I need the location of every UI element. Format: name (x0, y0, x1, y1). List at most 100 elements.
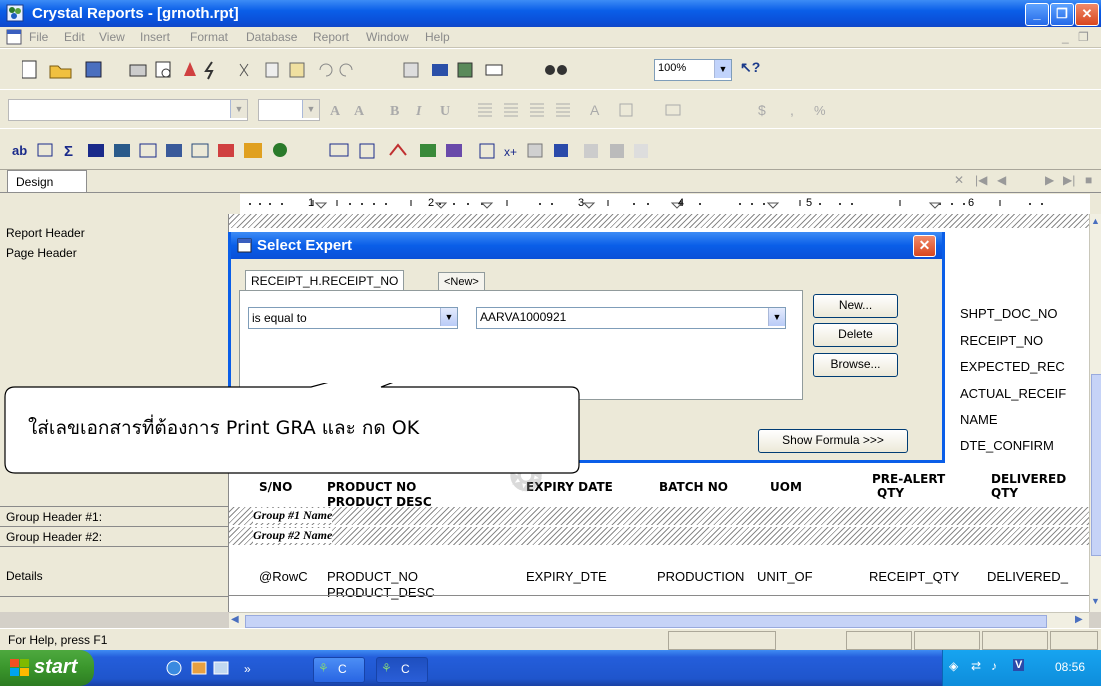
scroll-right-icon[interactable]: ▶ (1075, 614, 1083, 625)
field-receipt-no[interactable]: RECEIPT_NO (960, 333, 1043, 348)
field-actual-receif[interactable]: ACTUAL_RECEIF (960, 386, 1066, 401)
tab-design[interactable]: Design (7, 170, 87, 193)
menu-report[interactable]: Report (313, 30, 349, 44)
delete-button[interactable]: Delete (813, 323, 898, 347)
field-expected-rec[interactable]: EXPECTED_REC (960, 359, 1065, 374)
menu-format[interactable]: Format (190, 30, 228, 44)
status-panel (1050, 631, 1098, 650)
vertical-scrollbar[interactable]: ▲ ▼ (1089, 214, 1101, 612)
chevron-down-icon[interactable]: ▼ (714, 60, 731, 78)
volume-icon[interactable]: ♪ (991, 659, 997, 673)
tab-receipt-no-label: RECEIPT_H.RECEIPT_NO (251, 274, 399, 288)
section-page-header[interactable]: Page Header (6, 246, 77, 260)
quick-launch-icons[interactable]: » (166, 659, 266, 677)
field-product-desc[interactable]: PRODUCT_DESC (327, 585, 435, 600)
scroll-down-icon[interactable]: ▼ (1091, 596, 1100, 606)
ruler-mark: 1 (308, 197, 315, 209)
horizontal-ruler[interactable]: 1 2 3 4 5 6 (240, 194, 1090, 215)
section-divider (0, 546, 228, 547)
taskbar-item-1[interactable]: ⚘ C (313, 657, 365, 683)
menu-help[interactable]: Help (425, 30, 450, 44)
standard-toolbar-icons[interactable] (22, 60, 582, 80)
dialog-close-button[interactable]: ✕ (913, 235, 936, 257)
field-delivered[interactable]: DELIVERED_ (987, 569, 1068, 584)
crystal-reports-icon (6, 4, 24, 22)
section-group-header-2[interactable]: Group Header #2: (6, 530, 102, 544)
hscroll-thumb[interactable] (245, 615, 1047, 628)
menu-window[interactable]: Window (366, 30, 409, 44)
mdi-restore-icon[interactable]: ❐ (1078, 30, 1089, 44)
field-expiry-dte[interactable]: EXPIRY_DTE (526, 569, 607, 584)
menu-insert[interactable]: Insert (140, 30, 170, 44)
scroll-left-icon[interactable]: ◀ (231, 614, 239, 625)
last-page-icon[interactable]: ▶| (1063, 173, 1075, 187)
restore-button[interactable]: ❐ (1050, 3, 1074, 26)
first-page-icon[interactable]: |◀ (975, 173, 987, 187)
tab-new[interactable]: <New> (438, 272, 485, 291)
menu-file[interactable]: File (29, 30, 48, 44)
col-prealert[interactable]: PRE-ALERT (872, 472, 945, 486)
zoom-value: 100% (658, 62, 687, 74)
scroll-up-icon[interactable]: ▲ (1091, 216, 1100, 226)
taskbar-item-2[interactable]: ⚘ C (376, 657, 428, 683)
field-dte-confirm[interactable]: DTE_CONFIRM (960, 438, 1054, 453)
formatting-toolbar-icons[interactable]: AA BIU A $,% (330, 100, 1030, 120)
field-unit-of[interactable]: UNIT_OF (757, 569, 813, 584)
stop-icon[interactable]: ■ (1085, 173, 1092, 187)
section-group-header-1[interactable]: Group Header #1: (6, 510, 102, 524)
close-view-icon[interactable]: ✕ (954, 173, 964, 187)
field-shpt-doc-no[interactable]: SHPT_DOC_NO (960, 306, 1058, 321)
group-2-name-field[interactable]: Group #2 Name (253, 528, 333, 543)
menu-view[interactable]: View (99, 30, 125, 44)
field-product-no[interactable]: PRODUCT_NO (327, 569, 418, 584)
chevron-down-icon[interactable]: ▼ (768, 308, 785, 326)
value-combo[interactable]: AARVA1000921 ▼ (476, 307, 786, 329)
language-icon[interactable]: V (1013, 659, 1025, 671)
field-receipt-qty[interactable]: RECEIPT_QTY (869, 569, 959, 584)
col-delivered-qty[interactable]: QTY (991, 486, 1018, 500)
col-prealert-qty[interactable]: QTY (877, 486, 904, 500)
formatting-toolbar: ▼ ▼ AA BIU A $,% (0, 89, 1101, 129)
new-button[interactable]: New... (813, 294, 898, 318)
col-uom[interactable]: UOM (770, 480, 802, 494)
horizontal-scrollbar[interactable]: ◀ ▶ (229, 612, 1089, 629)
field-rowc[interactable]: @RowC (259, 569, 308, 584)
close-button[interactable]: ✕ (1075, 3, 1099, 26)
menu-database[interactable]: Database (246, 30, 297, 44)
insert-toolbar-icons[interactable]: ab Σ x+ (12, 141, 832, 161)
section-details[interactable]: Details (6, 569, 43, 583)
svg-text:A: A (590, 102, 600, 118)
svg-text:,: , (790, 102, 794, 118)
show-formula-button[interactable]: Show Formula >>> (758, 429, 908, 453)
font-size-combo[interactable]: ▼ (258, 99, 320, 121)
section-report-header[interactable]: Report Header (6, 226, 85, 240)
mdi-minimize-icon[interactable]: _ (1062, 30, 1069, 44)
minimize-button[interactable]: _ (1025, 3, 1049, 26)
help-pointer-icon[interactable]: ↖? (740, 59, 760, 76)
col-product-no[interactable]: PRODUCT NO (327, 480, 416, 494)
chevron-down-icon[interactable]: ▼ (440, 308, 457, 326)
next-page-icon[interactable]: ▶ (1045, 173, 1054, 187)
browse-button[interactable]: Browse... (813, 353, 898, 377)
zoom-combo[interactable]: 100% ▼ (654, 59, 732, 81)
field-name[interactable]: NAME (960, 412, 998, 427)
chevron-down-icon[interactable]: ▼ (230, 100, 247, 118)
title-bar[interactable]: Crystal Reports - [grnoth.rpt] _ ❐ ✕ (0, 0, 1101, 27)
col-sno[interactable]: S/NO (259, 480, 292, 494)
col-delivered[interactable]: DELIVERED (991, 472, 1066, 486)
network-icon[interactable]: ⇄ (971, 659, 981, 673)
value-input[interactable]: AARVA1000921 (480, 310, 566, 324)
font-combo[interactable]: ▼ (8, 99, 248, 121)
tab-receipt-no[interactable]: RECEIPT_H.RECEIPT_NO (245, 270, 405, 291)
menu-edit[interactable]: Edit (64, 30, 85, 44)
col-batch-no[interactable]: BATCH NO (659, 480, 728, 494)
operator-select[interactable]: is equal to ▼ (248, 307, 458, 329)
field-production[interactable]: PRODUCTION (657, 569, 744, 584)
start-button[interactable]: start (0, 650, 94, 686)
chevron-down-icon[interactable]: ▼ (302, 100, 319, 118)
group-1-name-field[interactable]: Group #1 Name (253, 508, 333, 523)
prev-page-icon[interactable]: ◀ (997, 173, 1006, 187)
scroll-thumb[interactable] (1091, 374, 1101, 556)
dialog-title-bar[interactable]: Select Expert ✕ (231, 232, 942, 259)
tray-expand-icon[interactable]: ◈ (949, 659, 958, 673)
